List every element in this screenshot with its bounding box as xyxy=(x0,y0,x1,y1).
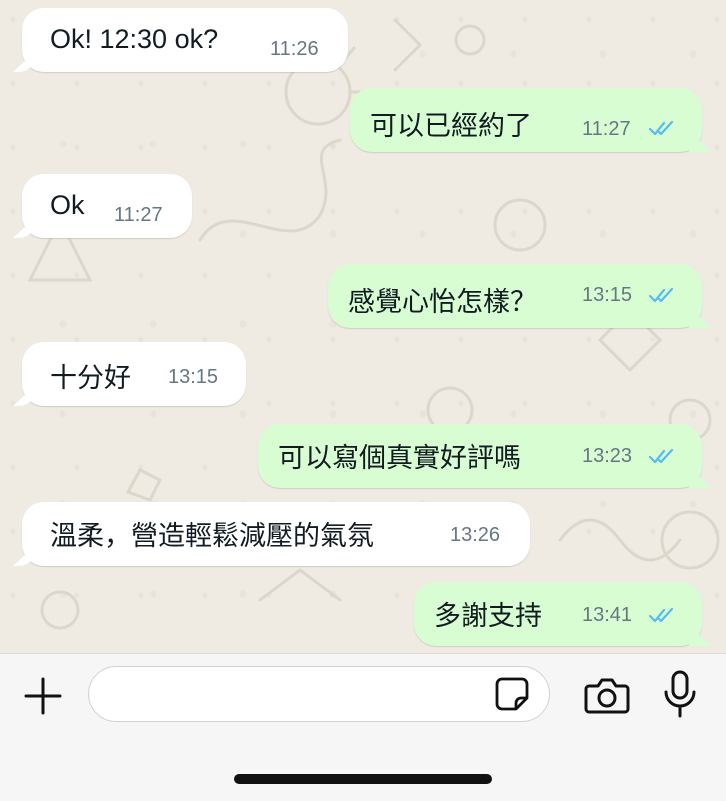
microphone-icon[interactable] xyxy=(662,670,698,718)
read-receipt-icon xyxy=(648,448,674,464)
message-time: 13:23 xyxy=(582,445,633,467)
message-text: 多謝支持 xyxy=(434,601,542,631)
read-receipt-icon xyxy=(648,607,674,623)
message-time: 13:41 xyxy=(582,604,633,626)
message-time: 13:15 xyxy=(582,284,633,306)
message-bubble-outgoing[interactable]: 可以寫個真實好評嗎 13:23 xyxy=(258,424,702,488)
message-bubble-outgoing[interactable]: 感覺心怡怎樣？ 13:15 xyxy=(328,264,702,328)
message-text: 可以寫個真實好評嗎 xyxy=(278,443,521,473)
message-text: 感覺心怡怎樣？ xyxy=(348,287,537,317)
message-bubble-incoming[interactable]: 溫柔，營造輕鬆減壓的氣氛 13:26 xyxy=(22,502,530,566)
message-bubble-outgoing[interactable]: 可以已經約了 11:27 xyxy=(350,88,702,152)
camera-icon[interactable] xyxy=(584,675,630,715)
message-text: 十分好 xyxy=(50,363,131,393)
message-time: 13:26 xyxy=(450,524,501,546)
message-text: 可以已經約了 xyxy=(370,111,532,141)
message-time: 11:27 xyxy=(582,118,631,140)
plus-icon[interactable] xyxy=(24,677,62,715)
read-receipt-icon xyxy=(648,287,674,303)
message-bubble-outgoing[interactable]: 多謝支持 13:41 xyxy=(414,582,702,646)
sticker-icon[interactable] xyxy=(494,676,530,712)
message-text: Ok! 12:30 ok? xyxy=(50,24,219,54)
message-bubble-incoming[interactable]: Ok 11:27 xyxy=(22,174,192,238)
chat-area[interactable]: Ok! 12:30 ok? 11:26 可以已經約了 11:27 Ok 11:2… xyxy=(0,0,726,653)
message-bubble-incoming[interactable]: 十分好 13:15 xyxy=(22,342,246,406)
message-bubble-incoming[interactable]: Ok! 12:30 ok? 11:26 xyxy=(22,8,348,72)
message-input[interactable] xyxy=(88,666,550,722)
message-time: 13:15 xyxy=(168,366,219,388)
message-text: Ok xyxy=(50,190,85,220)
home-indicator xyxy=(234,774,492,784)
message-time: 11:27 xyxy=(114,204,163,226)
message-time: 11:26 xyxy=(270,38,319,60)
read-receipt-icon xyxy=(648,120,674,136)
message-text: 溫柔，營造輕鬆減壓的氣氛 xyxy=(50,521,374,551)
